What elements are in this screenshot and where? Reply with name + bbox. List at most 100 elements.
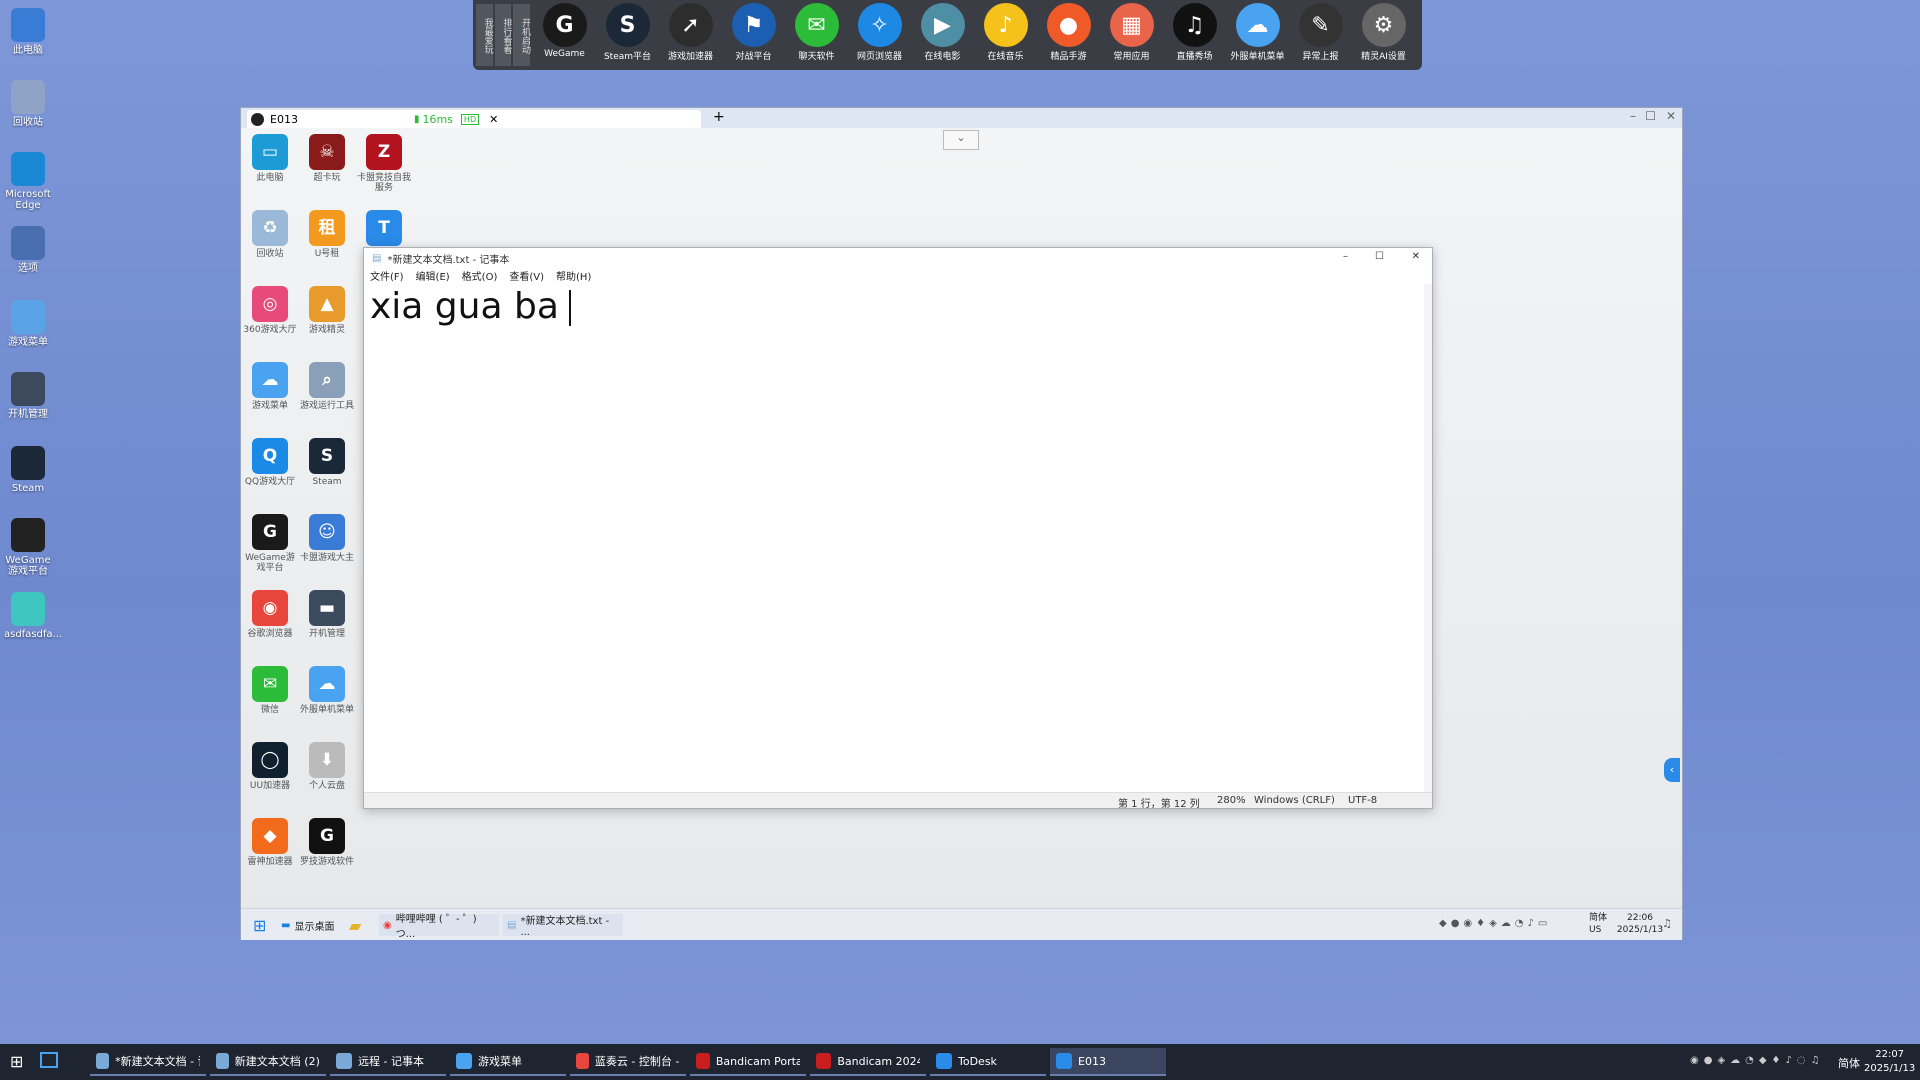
launcher-app[interactable]: ☁ 外服单机菜单	[1226, 0, 1289, 70]
boot-icon	[11, 372, 45, 406]
remote-desktop-icon[interactable]: ▭ 此电脑	[241, 134, 299, 183]
taskbar-item[interactable]: 蓝奏云 - 控制台 - 3...	[570, 1048, 686, 1076]
remote-desktop-icon[interactable]: ☠ 超卡玩	[298, 134, 356, 183]
remote-desktop-icon[interactable]: ◯ UU加速器	[241, 742, 299, 791]
notepad-menu-item[interactable]: 文件(F)	[370, 268, 404, 284]
taskbar-item[interactable]: Bandicam Porta...	[690, 1048, 806, 1076]
maximize-icon[interactable]: ☐	[1645, 109, 1656, 123]
launcher-app[interactable]: ● 精品手游	[1037, 0, 1100, 70]
hd-badge: HD	[460, 113, 480, 125]
add-tab-button[interactable]: +	[713, 109, 725, 125]
desktop-icon-item[interactable]: WeGame游戏平台	[4, 518, 52, 577]
desktop-icon-label: 回收站	[13, 117, 43, 128]
desktop-icon-item[interactable]: 游戏菜单	[4, 300, 52, 348]
desktop-icon-item[interactable]: asdfasdfa...	[4, 592, 62, 640]
desktop-icon-item[interactable]: 选项	[4, 226, 52, 274]
minimize-icon[interactable]: –	[1630, 109, 1636, 123]
launcher-app[interactable]: ▦ 常用应用	[1100, 0, 1163, 70]
remote-desktop-icon[interactable]: G 罗技游戏软件	[298, 818, 356, 867]
chrome-icon: ◉	[252, 590, 288, 626]
remote-desktop-icon[interactable]: ⬇ 个人云盘	[298, 742, 356, 791]
desktop-icon-item[interactable]: Microsoft Edge	[4, 152, 52, 211]
taskbar-item[interactable]: E013	[1050, 1048, 1166, 1076]
desktop-icon-item[interactable]: Steam	[4, 446, 52, 494]
launcher-app[interactable]: ✉ 聊天软件	[785, 0, 848, 70]
launcher-app[interactable]: ⚑ 对战平台	[722, 0, 785, 70]
task-notepad[interactable]: ▤ *新建文本文档.txt - ...	[503, 914, 623, 938]
taskbar-item[interactable]: 远程 - 记事本	[330, 1048, 446, 1076]
tray-clock[interactable]: 22:06 2025/1/13	[1615, 912, 1665, 936]
remote-desktop-icon[interactable]: ▲ 游戏精灵	[298, 286, 356, 335]
tray-lang[interactable]: 简体 US	[1589, 912, 1607, 936]
close-icon[interactable]: ✕	[1666, 109, 1676, 123]
launcher-app[interactable]: S Steam平台	[596, 0, 659, 70]
launcher-app[interactable]: ♫ 直播秀场	[1163, 0, 1226, 70]
chevron-down-icon[interactable]: ⌄	[943, 130, 979, 150]
launcher-app[interactable]: ➚ 游戏加速器	[659, 0, 722, 70]
remote-desktop-icon[interactable]: ⌕ 游戏运行工具	[298, 362, 356, 411]
show-desktop-button[interactable]: ▬ 显示桌面	[277, 914, 338, 936]
close-tab-icon[interactable]: ✕	[489, 113, 498, 126]
taskbar-item[interactable]: 游戏菜单	[450, 1048, 566, 1076]
tab-remote[interactable]: E013 ▮ 16ms HD ✕	[247, 110, 701, 128]
remote-desktop-icon[interactable]: ♻ 回收站	[241, 210, 299, 259]
notepad-menu-item[interactable]: 查看(V)	[509, 268, 544, 284]
remote-desktop-icon[interactable]: S Steam	[298, 438, 356, 487]
notepad-menu-item[interactable]: 格式(O)	[462, 268, 498, 284]
remote-desktop-icon[interactable]: ◎ 360游戏大厅	[241, 286, 299, 335]
desktop-icon-item[interactable]: 此电脑	[4, 8, 52, 56]
game-icon: ☠	[309, 134, 345, 170]
taskbar-item[interactable]: ToDesk	[930, 1048, 1046, 1076]
remote-desktop-icon[interactable]: 租 U号租	[298, 210, 356, 259]
remote-desktop-icon[interactable]: G WeGame游戏平台	[241, 514, 299, 573]
launcher-app[interactable]: G WeGame	[533, 0, 596, 70]
desktop-icon-item[interactable]: 回收站	[4, 80, 52, 128]
tray-lang[interactable]: 简体	[1838, 1055, 1860, 1071]
minimize-icon[interactable]: –	[1343, 251, 1348, 262]
launcher-app-label: 直播秀场	[1176, 52, 1213, 62]
launcher-app[interactable]: ♪ 在线音乐	[974, 0, 1037, 70]
taskbar-item[interactable]: Bandicam 2024	[810, 1048, 926, 1076]
launcher-side-tab[interactable]: 我最爱玩	[476, 4, 493, 66]
taskbar-item[interactable]: *新建文本文档 - 记...	[90, 1048, 206, 1076]
taskbar-item[interactable]: 新建文本文档 (2) - ...	[210, 1048, 326, 1076]
remote-icon-label: 罗技游戏软件	[299, 857, 354, 867]
remote-desktop-icon[interactable]: ◉ 谷歌浏览器	[241, 590, 299, 639]
desktop-icon-item[interactable]: 开机管理	[4, 372, 52, 420]
remote-desktop-icon[interactable]: ☺ 卡盟游戏大主	[298, 514, 356, 563]
maximize-icon[interactable]: ☐	[1375, 251, 1384, 262]
task-view-icon[interactable]	[40, 1052, 58, 1068]
launcher-app[interactable]: ✧ 网页浏览器	[848, 0, 911, 70]
launcher-app[interactable]: ⚙ 精灵AI设置	[1352, 0, 1415, 70]
remote-tab-bar: E013 ▮ 16ms HD ✕ + – ☐ ✕	[241, 108, 1682, 128]
notepad-menu-item[interactable]: 帮助(H)	[556, 268, 591, 284]
launcher-app[interactable]: ▶ 在线电影	[911, 0, 974, 70]
notepad-menu-item[interactable]: 编辑(E)	[416, 268, 450, 284]
remote-icon-label: 超卡玩	[313, 173, 341, 183]
edge-icon	[11, 152, 45, 186]
remote-desktop-icon[interactable]: ▬ 开机管理	[298, 590, 356, 639]
remote-desktop-icon[interactable]: ✉ 微信	[241, 666, 299, 715]
computer-icon	[11, 8, 45, 42]
start-button[interactable]: ⊞	[10, 1052, 23, 1071]
launcher-app-label: 在线电影	[924, 52, 961, 62]
notepad-icon: ▤	[507, 919, 517, 931]
file-explorer-button[interactable]: ▰	[345, 914, 365, 936]
remote-desktop-icon[interactable]: ◆ 雷神加速器	[241, 818, 299, 867]
remote-desktop-icon[interactable]: ☁ 游戏菜单	[241, 362, 299, 411]
vertical-scrollbar[interactable]	[1424, 284, 1432, 792]
tray-clock[interactable]: 22:07 2025/1/13	[1864, 1048, 1915, 1076]
remote-desktop-icon[interactable]: Z 卡盟竞技自我服务	[355, 134, 413, 193]
notification-icon[interactable]: ♫	[1662, 917, 1672, 930]
notepad-text-area[interactable]: xia gua ba	[370, 286, 571, 327]
collapse-icon[interactable]: ‹	[1664, 758, 1680, 782]
launcher-side-tab[interactable]: 排行看看	[494, 4, 512, 66]
start-button[interactable]: ⊞	[249, 914, 270, 936]
remote-desktop-icon[interactable]: ☁ 外服单机菜单	[298, 666, 356, 715]
close-icon[interactable]: ✕	[1412, 251, 1420, 262]
task-browser[interactable]: ◉ 哔哩哔哩 ( ゜- ゜)つ...	[379, 914, 499, 940]
remote-desktop-icon[interactable]: Q QQ游戏大厅	[241, 438, 299, 487]
launcher-side-tab[interactable]: 开机启动	[513, 4, 531, 66]
remote-desktop-icon[interactable]: T	[355, 210, 413, 249]
launcher-app[interactable]: ✎ 异常上报	[1289, 0, 1352, 70]
